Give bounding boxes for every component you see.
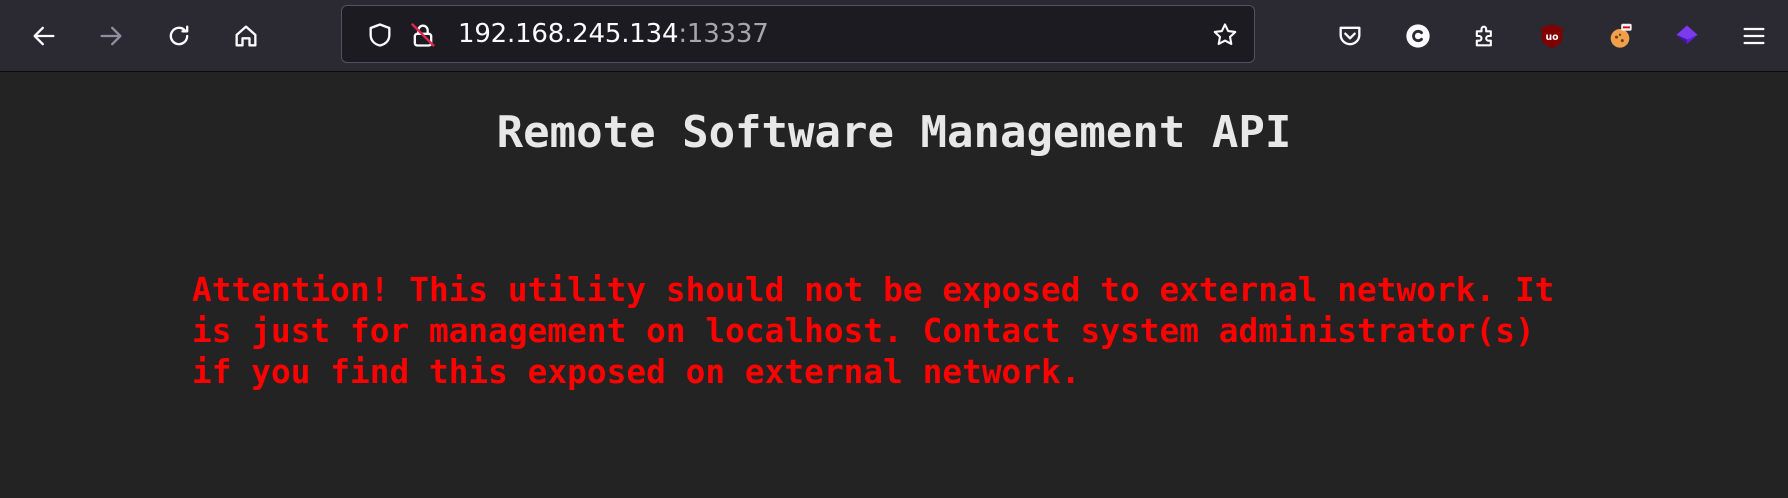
c-extension-icon	[1406, 24, 1430, 48]
extension-c-button[interactable]	[1396, 14, 1440, 58]
arrow-left-icon	[33, 26, 55, 46]
purple-diamond-extension-icon	[1676, 25, 1698, 45]
tracking-protection-button[interactable]	[365, 20, 395, 50]
puzzle-icon	[1475, 25, 1492, 47]
arrow-right-icon	[100, 26, 122, 46]
hamburger-menu-icon	[1743, 27, 1765, 45]
svg-text:uo: uo	[1545, 32, 1558, 43]
extension-cookie-button[interactable]	[1598, 14, 1642, 58]
extension-purple-button[interactable]	[1665, 14, 1709, 58]
site-info-button[interactable]	[408, 20, 438, 50]
pocket-button[interactable]	[1328, 14, 1372, 58]
forward-button[interactable]	[89, 14, 133, 58]
shield-icon	[369, 23, 391, 47]
pocket-icon	[1339, 26, 1361, 46]
back-button[interactable]	[22, 14, 66, 58]
url-port: :13337	[678, 19, 769, 49]
url-bar[interactable]: 192.168.245.134:13337	[341, 5, 1255, 63]
extensions-button[interactable]	[1463, 14, 1507, 58]
reload-icon	[169, 25, 189, 46]
star-icon	[1213, 23, 1237, 46]
home-icon	[235, 25, 257, 47]
url-text[interactable]: 192.168.245.134:13337	[458, 6, 769, 62]
warning-message: Attention! This utility should not be ex…	[192, 271, 1555, 391]
page-content: Remote Software Management API Attention…	[0, 72, 1788, 498]
browser-toolbar: 192.168.245.134:13337 uo	[0, 0, 1788, 72]
bookmark-button[interactable]	[1210, 20, 1240, 50]
page-title: Remote Software Management API	[496, 107, 1292, 158]
app-menu-button[interactable]	[1732, 14, 1776, 58]
ublock-button[interactable]: uo	[1530, 14, 1574, 58]
url-host: 192.168.245.134	[458, 19, 679, 49]
reload-button[interactable]	[157, 14, 201, 58]
cookie-extension-icon	[1610, 23, 1632, 48]
crossed-lock-icon	[411, 23, 435, 47]
home-button[interactable]	[224, 14, 268, 58]
ublock-origin-icon: uo	[1541, 24, 1563, 48]
